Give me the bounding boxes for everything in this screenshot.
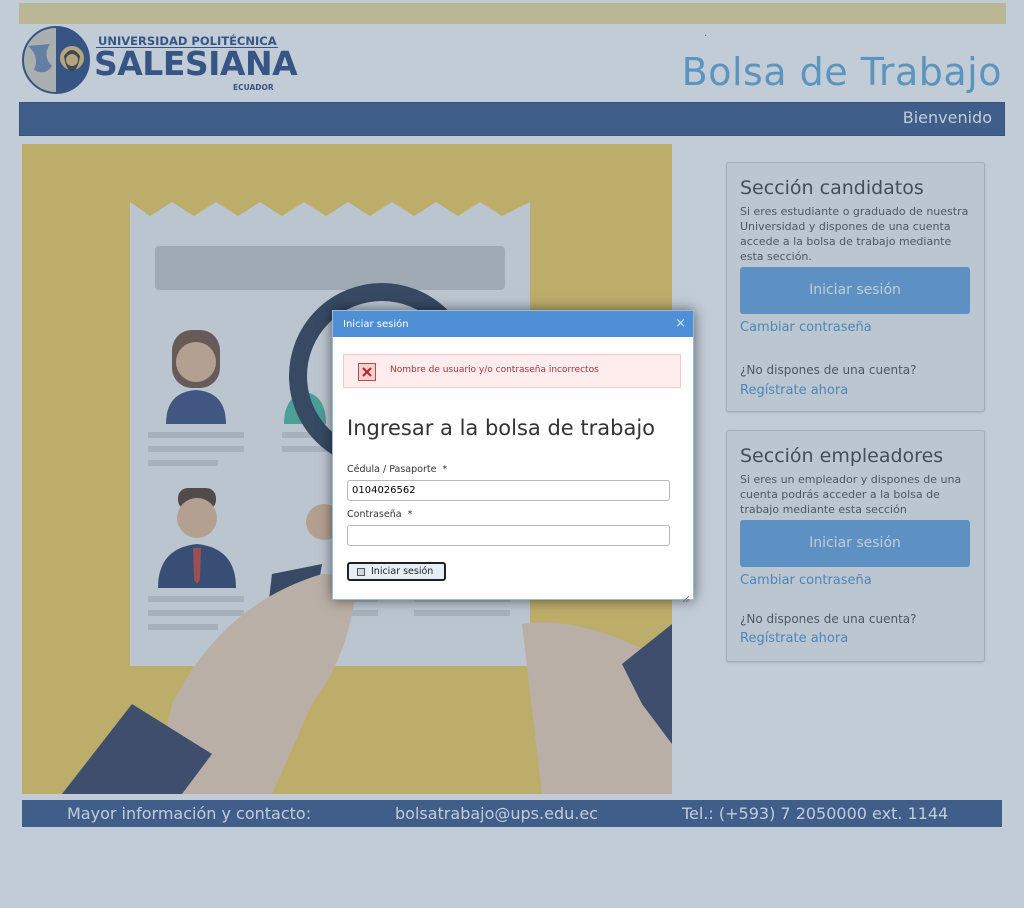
dialog-title: Iniciar sesión <box>343 319 409 330</box>
password-required-mark: * <box>407 509 413 520</box>
resize-grip-icon[interactable] <box>682 588 690 603</box>
error-x-icon <box>358 363 376 381</box>
id-required-mark: * <box>442 464 448 475</box>
dialog-titlebar[interactable]: Iniciar sesión × <box>333 311 693 337</box>
dialog-login-button-label: Iniciar sesión <box>371 566 434 577</box>
dialog-heading: Ingresar a la bolsa de trabajo <box>347 416 656 440</box>
password-input[interactable] <box>347 525 670 546</box>
password-field-label: Contraseña * <box>347 509 412 520</box>
login-dialog: Iniciar sesión × Nombre de usuario y/o c… <box>332 310 694 603</box>
password-field-label-text: Contraseña <box>347 509 402 520</box>
error-message-box: Nombre de usuario y/o contraseña incorre… <box>343 354 681 388</box>
save-icon <box>357 568 365 576</box>
close-icon[interactable]: × <box>675 316 686 331</box>
id-field-label-text: Cédula / Pasaporte <box>347 464 437 475</box>
dialog-login-button[interactable]: Iniciar sesión <box>347 562 446 581</box>
id-field-label: Cédula / Pasaporte * <box>347 464 447 475</box>
id-input[interactable] <box>347 480 670 501</box>
error-message-text: Nombre de usuario y/o contraseña incorre… <box>390 365 599 375</box>
